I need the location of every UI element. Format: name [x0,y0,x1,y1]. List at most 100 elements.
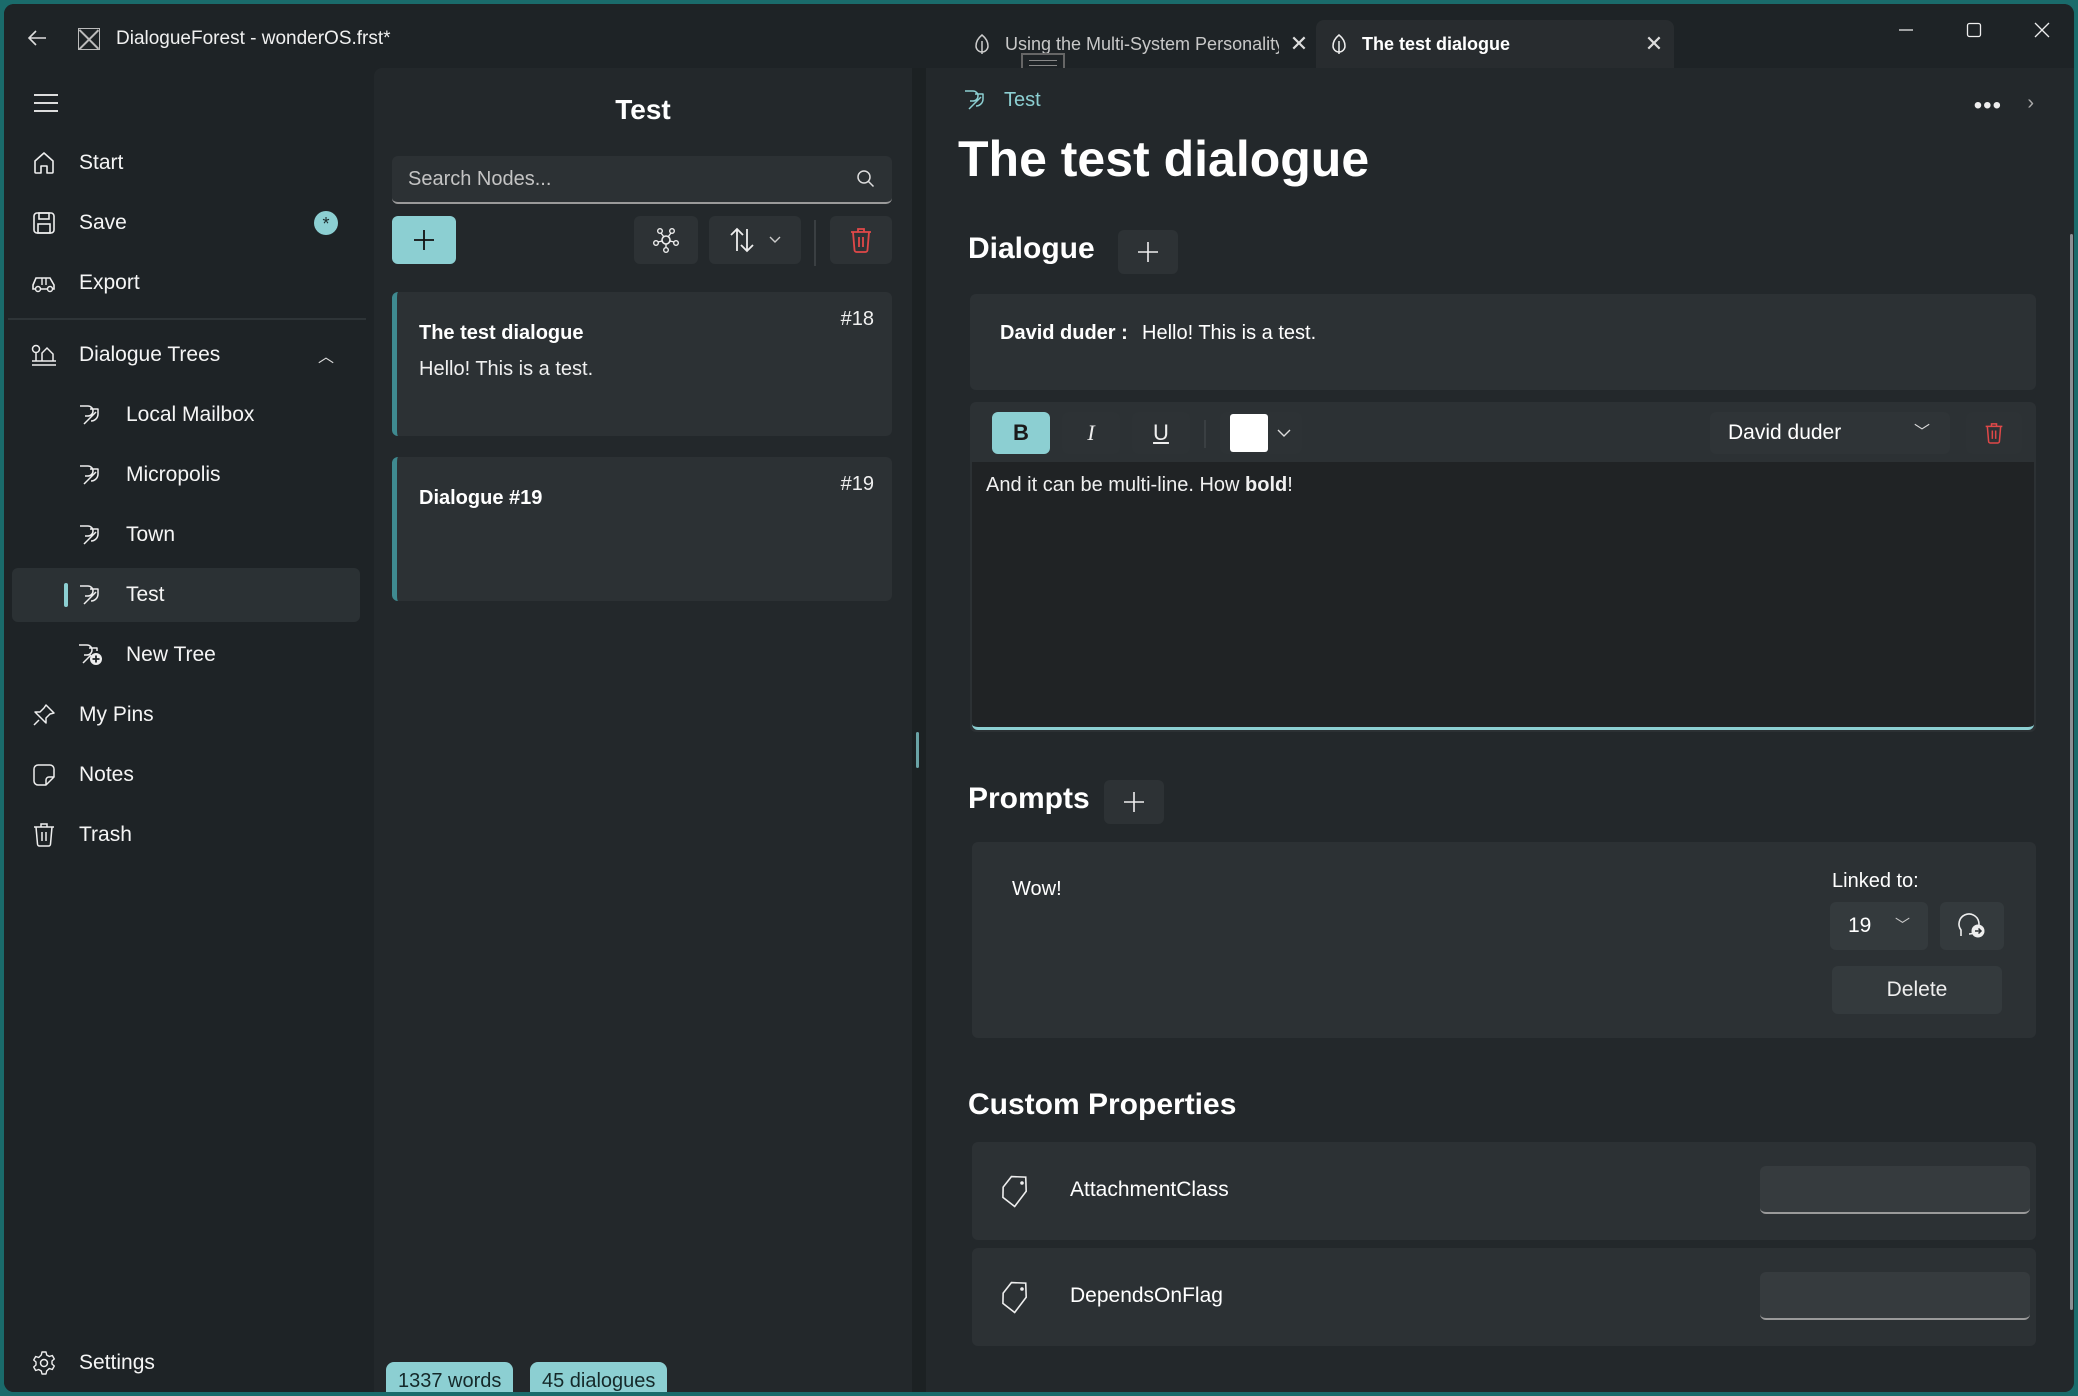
tree-title: Test [615,94,671,125]
gear-icon [30,1349,58,1377]
graph-icon [653,228,680,254]
node-list-panel: Test The test dialogue Hello! This is a … [374,68,912,1392]
property-name: DependsOnFlag [1070,1284,1223,1307]
minimize-button[interactable] [1872,12,1940,48]
breadcrumb[interactable]: Test [962,88,1041,112]
search-input[interactable] [392,156,832,202]
sidebar-item-label: Notes [79,763,134,786]
linked-node-dropdown[interactable]: 19 ﹀ [1830,902,1928,950]
home-icon [30,149,58,177]
maximize-icon [1966,22,1982,38]
more-options-button[interactable]: ••• [1974,92,2002,120]
graph-view-button[interactable] [634,216,698,264]
hamburger-menu-button[interactable] [34,94,58,112]
sidebar-item-micropolis[interactable]: Micropolis [12,448,360,502]
sidebar-item-start[interactable]: Start [12,136,360,190]
node-title: The test dialogue [419,322,584,344]
plus-icon [1124,792,1144,812]
search-icon[interactable] [856,169,876,189]
dialogue-text-area[interactable]: And it can be multi-line. How bold! [972,462,2034,730]
close-window-button[interactable] [2008,12,2074,48]
breadcrumb-label: Test [1004,88,1041,111]
tree-icon [76,461,104,489]
delete-line-button[interactable] [1966,412,2022,454]
tab-multi-system[interactable]: Using the Multi-System Personality ✕ [959,20,1319,68]
add-node-button[interactable] [392,216,456,264]
plus-icon [414,230,434,250]
sidebar-item-test[interactable]: Test [12,568,360,622]
content-text: ! [1287,474,1293,496]
sort-icon [730,227,754,253]
sidebar-item-town[interactable]: Town [12,508,360,562]
prompts-section-title: Prompts [968,782,1090,815]
sidebar-item-label: Start [79,151,124,174]
app-logo-icon [78,28,100,50]
sidebar-item-label: Settings [79,1351,155,1374]
chevron-down-icon: ﹀ [1913,424,1930,441]
color-swatch [1230,414,1268,452]
sidebar-item-notes[interactable]: Notes [12,748,360,802]
sidebar-item-label: Town [126,523,176,546]
linked-node-value: 19 [1848,914,1872,937]
property-value-input[interactable] [1760,1272,2030,1320]
add-prompt-button[interactable] [1104,780,1164,824]
node-id: #19 [840,473,874,495]
sidebar-item-label: Micropolis [126,463,221,486]
dialogue-section-title: Dialogue [968,232,1095,265]
sidebar-item-local-mailbox[interactable]: Local Mailbox [12,388,360,442]
tree-icon [76,581,104,609]
sidebar-item-new-tree[interactable]: New Tree [12,628,360,682]
app-window: DialogueForest - wonderOS.frst* Using th… [4,4,2074,1392]
chevron-down-icon [769,236,781,243]
tag-icon [1002,1175,1028,1208]
close-tab-button[interactable]: ✕ [1279,31,1319,57]
selection-indicator [64,583,68,607]
leaf-icon [975,34,989,54]
main-panel: Test ••• › The test dialogue Dialogue Da… [926,68,2074,1392]
property-name: AttachmentClass [1070,1178,1229,1201]
close-tab-button[interactable]: ✕ [1634,31,1674,57]
italic-button[interactable]: I [1062,412,1120,454]
sidebar-item-trash[interactable]: Trash [12,808,360,862]
property-value-input[interactable] [1760,1166,2030,1214]
export-icon [30,269,58,297]
sidebar-item-save[interactable]: Save * [12,196,360,250]
node-card[interactable]: The test dialogue Hello! This is a test.… [392,292,892,436]
tree-add-icon [76,641,104,669]
main-scrollbar[interactable] [2070,234,2073,1310]
sidebar-item-my-pins[interactable]: My Pins [12,688,360,742]
add-dialogue-line-button[interactable] [1118,230,1178,274]
sidebar-item-label: Local Mailbox [126,403,255,426]
speaker-dropdown[interactable]: David duder ﹀ [1710,412,1950,454]
tab-test-dialogue[interactable]: The test dialogue ✕ [1316,20,1674,68]
text-color-picker[interactable] [1220,412,1302,454]
sidebar-item-settings[interactable]: Settings [12,1336,360,1390]
node-preview: Hello! This is a test. [419,358,594,380]
back-button[interactable] [26,26,54,54]
sidebar-item-label: Test [126,583,165,606]
sort-button[interactable] [709,216,801,264]
maximize-button[interactable] [1940,12,2008,48]
sidebar-item-export[interactable]: Export [12,256,360,310]
speaker-value: David duder [1728,421,1842,444]
splitter-grip[interactable] [916,732,919,768]
bold-button[interactable]: B [992,412,1050,454]
node-card[interactable]: Dialogue #19 #19 [392,457,892,601]
delete-node-button[interactable] [830,216,892,264]
arrow-left-icon [27,30,46,46]
prompt-text[interactable]: Wow! [1012,878,1062,901]
tree-icon [76,521,104,549]
underline-button[interactable]: U [1132,412,1190,454]
chevron-right-icon[interactable]: › [2027,92,2034,115]
go-to-linked-node-button[interactable] [1940,902,2004,950]
linked-to-label: Linked to: [1832,870,1919,892]
search-box[interactable] [392,156,892,204]
panel-splitter[interactable] [912,68,926,1392]
dialogue-line[interactable]: David duder : Hello! This is a test. [970,294,2036,390]
tab-label: The test dialogue [1362,33,1511,54]
chevron-up-icon[interactable]: ︿ [318,343,334,367]
chevron-down-icon: ﹀ [1894,917,1910,934]
sidebar-item-dialogue-trees[interactable]: Dialogue Trees ︿ [12,328,360,382]
delete-prompt-button[interactable]: Delete [1832,966,2002,1014]
trash-icon [30,821,58,849]
